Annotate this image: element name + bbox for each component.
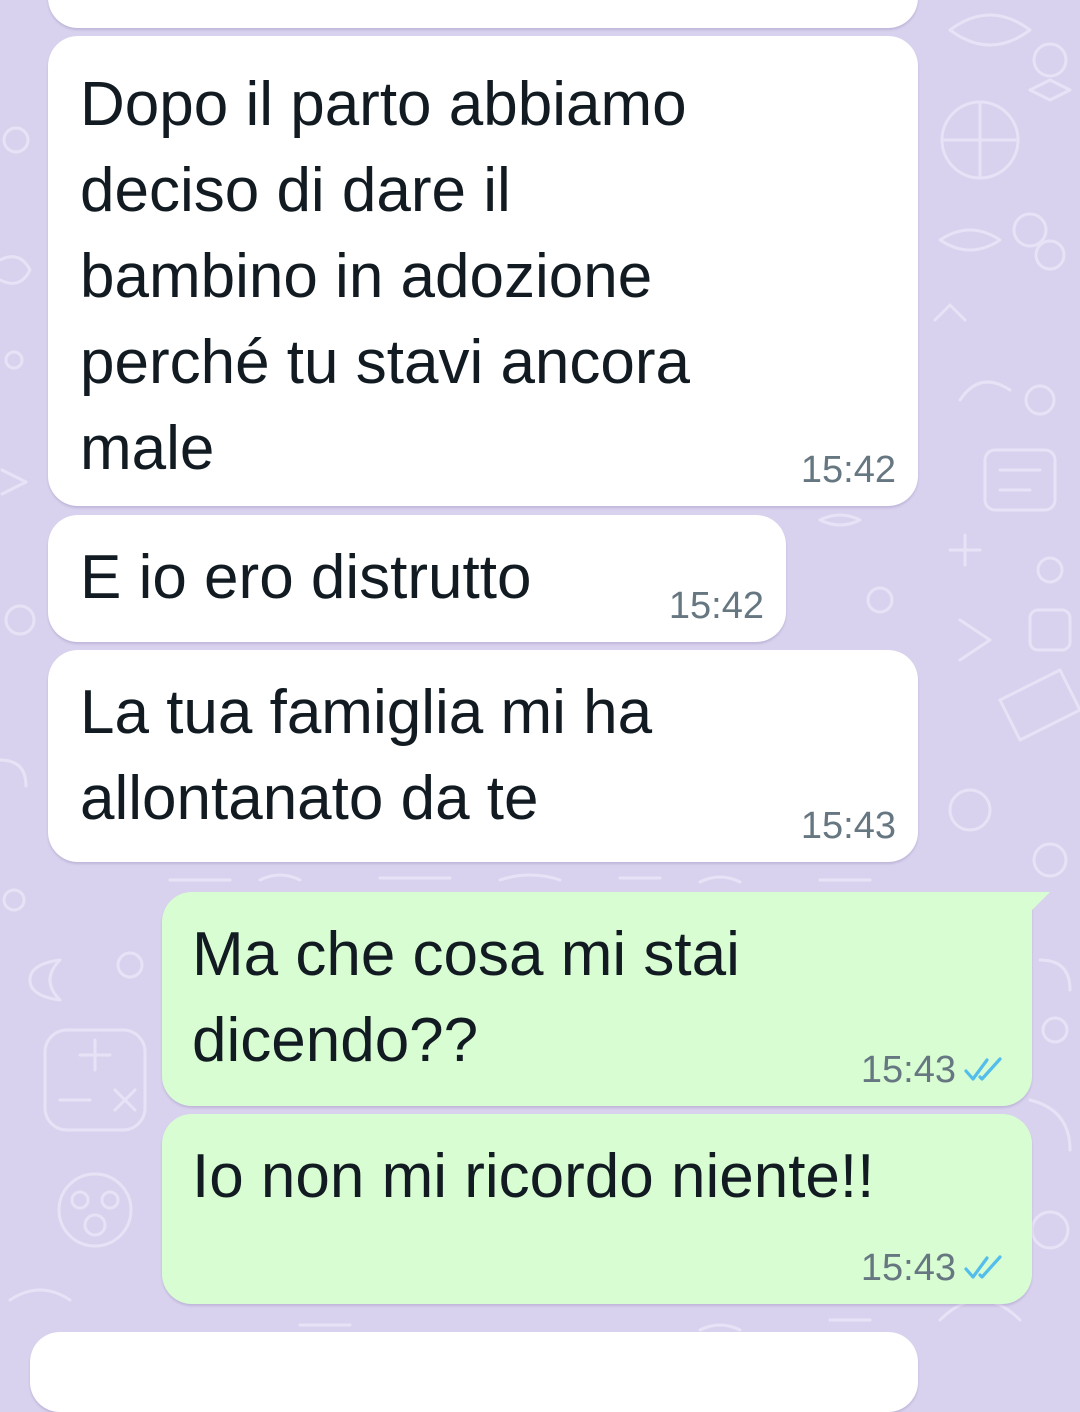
- message-meta: 15:42: [801, 448, 896, 492]
- message-time: 15:42: [668, 585, 764, 627]
- read-double-check-icon: [964, 1057, 1002, 1081]
- message-list[interactable]: Dopo il parto abbiamo deciso di dare il …: [0, 0, 1080, 1412]
- message-text: La tua famiglia mi ha allontanato da te: [80, 678, 653, 833]
- message-time: 15:43: [860, 1247, 956, 1289]
- message-meta: 15:43: [861, 1048, 1006, 1092]
- message-bubble-outgoing[interactable]: Io non mi ricordo niente!! 15:43: [162, 1114, 1032, 1304]
- read-double-check-icon: [964, 1255, 1002, 1279]
- message-time: 15:43: [860, 1049, 956, 1091]
- message-text: Dopo il parto abbiamo deciso di dare il …: [80, 70, 691, 483]
- message-time: 15:42: [800, 449, 896, 491]
- message-text: Ma che cosa mi stai dicendo??: [192, 920, 740, 1075]
- message-time: 15:43: [800, 805, 896, 847]
- message-meta: 15:42: [669, 584, 764, 628]
- message-bubble-incoming[interactable]: E io ero distrutto 15:42: [48, 515, 786, 642]
- message-bubble-incoming[interactable]: [30, 1332, 918, 1412]
- message-meta: 15:43: [801, 804, 896, 848]
- message-text: Io non mi ricordo niente!!: [192, 1142, 875, 1211]
- message-bubble-incoming[interactable]: Dopo il parto abbiamo deciso di dare il …: [48, 36, 918, 506]
- message-bubble-outgoing[interactable]: Ma che cosa mi stai dicendo?? 15:43: [162, 892, 1050, 1106]
- message-bubble-incoming[interactable]: [48, 0, 918, 28]
- bubble-tail: [1028, 892, 1050, 914]
- message-text: E io ero distrutto: [80, 543, 532, 612]
- message-meta: 15:43: [861, 1246, 1006, 1290]
- message-bubble-incoming[interactable]: La tua famiglia mi ha allontanato da te …: [48, 650, 918, 862]
